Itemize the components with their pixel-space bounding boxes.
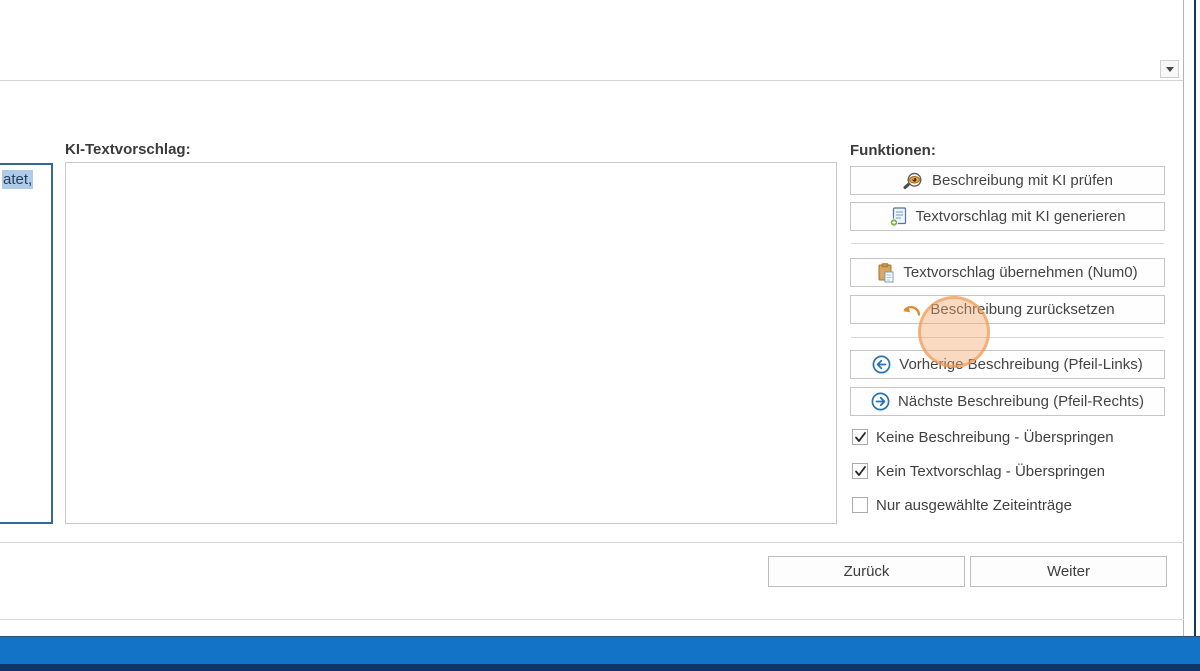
next-description-button[interactable]: Nächste Beschreibung (Pfeil-Rechts) (850, 387, 1165, 416)
button-label: Beschreibung zurücksetzen (930, 301, 1114, 318)
check-description-button[interactable]: Beschreibung mit KI prüfen (850, 166, 1165, 195)
checkbox-only-selected-entries[interactable]: Nur ausgewählte Zeiteinträge (852, 496, 1072, 514)
undo-arrow-icon (900, 302, 922, 318)
chevron-down-icon (1166, 67, 1174, 72)
next-button[interactable]: Weiter (970, 556, 1167, 587)
dropdown-arrow-button[interactable] (1160, 60, 1179, 78)
checkbox-skip-no-description[interactable]: Keine Beschreibung - Überspringen (852, 428, 1114, 446)
document-add-icon (889, 207, 907, 227)
checkbox-skip-no-suggestion[interactable]: Kein Textvorschlag - Überspringen (852, 462, 1105, 480)
description-editor-clipped[interactable]: atet, (0, 163, 53, 524)
checkbox-label: Kein Textvorschlag - Überspringen (876, 463, 1105, 480)
back-button[interactable]: Zurück (768, 556, 965, 587)
clipboard-paste-icon (877, 263, 895, 283)
window-right-edge (1194, 0, 1196, 637)
footer-bottom-separator (0, 619, 1184, 620)
functions-title: Funktionen: (850, 142, 936, 159)
previous-description-button[interactable]: Vorherige Beschreibung (Pfeil-Links) (850, 350, 1165, 379)
checkbox-label: Keine Beschreibung - Überspringen (876, 429, 1114, 446)
button-label: Beschreibung mit KI prüfen (932, 172, 1113, 189)
taskbar-strip (0, 664, 1200, 671)
generate-suggestion-button[interactable]: Textvorschlag mit KI generieren (850, 202, 1165, 231)
top-separator (0, 80, 1184, 81)
button-label: Textvorschlag übernehmen (Num0) (903, 264, 1137, 281)
selected-text-fragment: atet, (2, 170, 33, 189)
ki-textvorschlag-textarea[interactable] (65, 162, 837, 524)
footer-top-separator (0, 542, 1184, 543)
checkbox-icon (852, 463, 868, 479)
button-label: Textvorschlag mit KI generieren (915, 208, 1125, 225)
reset-description-button[interactable]: Beschreibung zurücksetzen (850, 295, 1165, 324)
circle-arrow-right-icon (871, 392, 890, 411)
button-label: Nächste Beschreibung (Pfeil-Rechts) (898, 393, 1144, 410)
ki-textvorschlag-label: KI-Textvorschlag: (65, 141, 191, 158)
checkbox-label: Nur ausgewählte Zeiteinträge (876, 497, 1072, 514)
checkbox-icon (852, 429, 868, 445)
circle-arrow-left-icon (872, 355, 891, 374)
apply-suggestion-button[interactable]: Textvorschlag übernehmen (Num0) (850, 258, 1165, 287)
eye-magnifier-icon (902, 172, 924, 190)
button-label: Vorherige Beschreibung (Pfeil-Links) (899, 356, 1142, 373)
button-group-separator (851, 243, 1164, 244)
button-group-separator (851, 337, 1164, 338)
status-bar (0, 636, 1200, 664)
checkbox-icon (852, 497, 868, 513)
